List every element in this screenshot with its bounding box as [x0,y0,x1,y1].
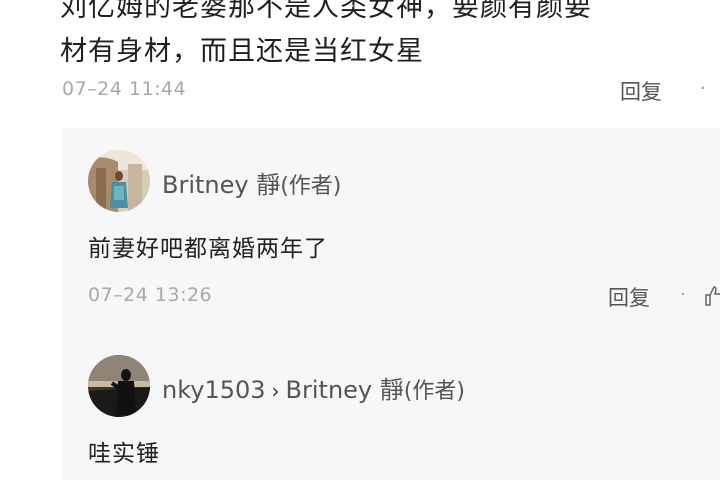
post-text-line: 材有身材，而且还是当红女星 [60,36,424,67]
avatar[interactable] [88,355,150,417]
reply-author-line: Britney 靜(作者) [162,165,341,200]
reply-meta-row: 07–24 13:26 回复 · [0,282,720,312]
author-tag: (作者) [403,379,465,404]
dot-icon: · [680,284,686,305]
reply-button[interactable]: 回复 [620,76,662,106]
dot-icon: · [700,78,706,99]
reply-author-line: nky1503 › Britney 靜(作者) [162,370,465,405]
reply-text: 前妻好吧都离婚两年了 [88,236,328,262]
thumbs-up-icon[interactable] [704,285,720,307]
avatar-image [88,150,150,212]
post-text-line: 刘亿姆的老婆那不是人类女神，要颜有颜要 [60,0,592,23]
reply-username[interactable]: nky1503 [162,376,266,404]
author-tag: (作者) [280,174,342,199]
post-timestamp: 07–24 11:44 [62,78,187,100]
reply-timestamp: 07–24 13:26 [88,284,213,306]
reply-button[interactable]: 回复 [608,282,650,312]
reply-target-username[interactable]: Britney 靜 [286,376,404,404]
avatar[interactable] [88,150,150,212]
chevron-right-icon: › [271,379,280,403]
reply-username[interactable]: Britney 靜 [162,171,280,199]
reply-text: 哇实锤 [88,441,160,467]
post-meta-row: 07–24 11:44 回复 · [0,76,720,106]
post-content: 刘亿姆的老婆那不是人类女神，要颜有颜要 材有身材，而且还是当红女星 [60,0,720,74]
avatar-image [88,355,150,417]
